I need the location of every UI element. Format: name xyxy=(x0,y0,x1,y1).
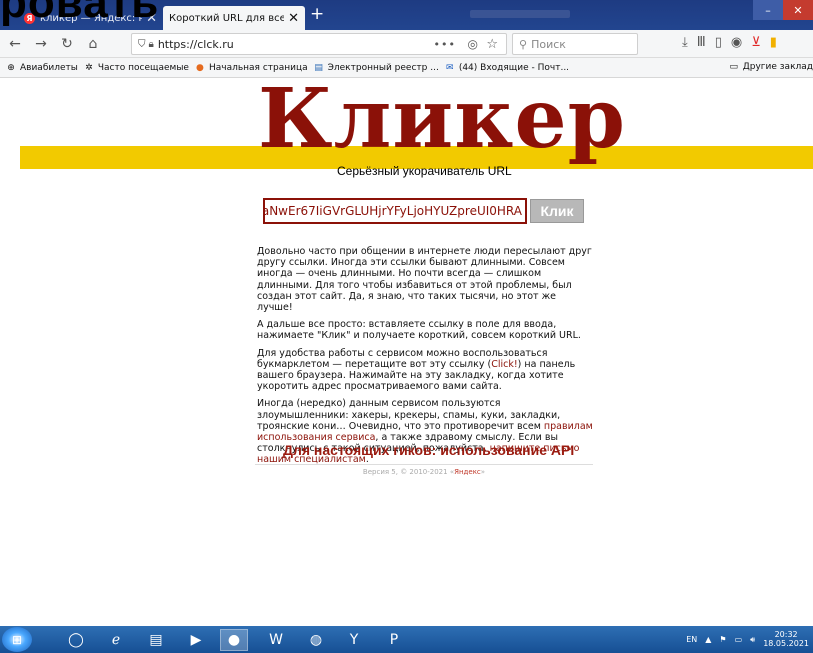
page-content: Кликер Серьёзный укорачиватель URL ol21a… xyxy=(0,78,813,625)
gear-icon: ✲ xyxy=(85,62,93,73)
clock[interactable]: 20:32 18.05.2021 xyxy=(763,630,809,649)
back-icon[interactable]: ← xyxy=(4,33,26,55)
tab-title: Короткий URL для всех! xyxy=(169,12,285,24)
search-input[interactable]: ⚲ Поиск xyxy=(512,33,638,55)
forward-icon[interactable]: → xyxy=(30,33,52,55)
system-tray: EN ▲ ⚑ ▭ 🔊︎ 20:32 18.05.2021 xyxy=(686,626,809,653)
overlay-text: ровать xyxy=(0,0,160,27)
sidebar-icon[interactable]: ▯ xyxy=(715,35,722,50)
firefox-icon[interactable]: ● xyxy=(220,629,248,651)
paragraph: Для удобства работы с сервисом можно вос… xyxy=(257,347,576,393)
globe-icon: ⊕ xyxy=(7,62,15,73)
language-indicator[interactable]: EN xyxy=(686,635,697,644)
shorten-button[interactable]: Клик xyxy=(530,199,584,223)
api-heading[interactable]: Для настоящих гиков: использование API xyxy=(283,442,574,458)
paragraph: А дальше все просто: вставляете ссылку в… xyxy=(257,319,581,342)
volume-icon[interactable]: 🔊︎ xyxy=(750,635,755,645)
yandex-browser-icon[interactable]: Y xyxy=(340,629,368,651)
bookmark-item[interactable]: ⊕ Авиабилеты xyxy=(6,63,78,73)
lock-icon[interactable]: 🔒︎ xyxy=(149,39,154,50)
cart-icon[interactable]: ⊻ xyxy=(751,35,761,50)
site-logo: Кликер xyxy=(258,71,626,167)
description: Довольно часто при общении в интернете л… xyxy=(257,246,593,472)
folder-icon: ▭ xyxy=(729,62,738,72)
flag-icon[interactable]: ⚑ xyxy=(719,635,726,644)
paragraph: Довольно часто при общении в интернете л… xyxy=(257,246,592,314)
toolbar-icons: ⤓ Ⅲ ▯ ◉ ⊻ ▮ xyxy=(682,35,777,50)
url-text[interactable]: https://clck.ru xyxy=(158,38,234,51)
page-actions-icon[interactable]: ••• xyxy=(434,38,456,51)
screen: ровать Я кликер — Яндекс: нашлось 2 ✕ Ко… xyxy=(0,0,813,653)
search-icon: ⚲ xyxy=(519,37,528,51)
network-icon[interactable]: ▭ xyxy=(735,635,743,644)
home-icon[interactable]: ⌂ xyxy=(82,33,104,55)
other-bookmarks[interactable]: ▭ Другие заклад xyxy=(729,62,813,72)
account-icon[interactable]: ◉ xyxy=(731,35,742,50)
pocket-icon[interactable]: ◎ xyxy=(468,37,478,51)
firefox-icon: ● xyxy=(196,62,204,73)
address-bar[interactable]: ⛉ 🔒︎ https://clck.ru ••• ◎ ☆ xyxy=(131,33,507,55)
taskbar: ⊞ ◯ ℯ ▤ ▶ ● W ◍ Y P EN ▲ ⚑ ▭ 🔊︎ 20:32 18.… xyxy=(0,626,813,653)
close-window-button[interactable]: ✕ xyxy=(783,0,813,20)
media-player-icon[interactable]: ▶ xyxy=(182,629,210,651)
url-input[interactable]: ol21aNwEr67IiGVrGLUHjrYFyLjoHYUZpreUI0HR… xyxy=(263,198,527,224)
reload-icon[interactable]: ↻ xyxy=(56,33,78,55)
shield-icon[interactable]: ⛉ xyxy=(138,39,146,50)
new-tab-button[interactable]: + xyxy=(310,4,324,24)
chrome-icon[interactable]: ◍ xyxy=(302,629,330,651)
blurred-area xyxy=(470,10,570,18)
ie-icon[interactable]: ℯ xyxy=(102,629,130,651)
navigation-bar: ← → ↻ ⌂ ⛉ 🔒︎ https://clck.ru ••• ◎ ☆ ⚲ П… xyxy=(0,30,813,58)
start-button[interactable]: ⊞ xyxy=(2,627,32,652)
alice-icon[interactable]: ◯ xyxy=(62,629,90,651)
powerpoint-icon[interactable]: P xyxy=(380,629,408,651)
library-icon[interactable]: Ⅲ xyxy=(697,35,706,50)
flag-icon[interactable]: ▮ xyxy=(770,35,777,50)
window-controls: – ✕ xyxy=(753,0,813,20)
minimize-button[interactable]: – xyxy=(753,0,783,20)
search-placeholder: Поиск xyxy=(531,37,566,51)
word-icon[interactable]: W xyxy=(262,629,290,651)
explorer-icon[interactable]: ▤ xyxy=(142,629,170,651)
tray-arrow-icon[interactable]: ▲ xyxy=(705,635,711,644)
tagline: Серьёзный укорачиватель URL xyxy=(337,164,512,178)
yandex-link[interactable]: Яндекс xyxy=(454,468,481,476)
tab-clck[interactable]: Короткий URL для всех! ✕ xyxy=(163,6,305,30)
bookmarklet-link[interactable]: Click! xyxy=(491,359,517,370)
footer: Версия 5, © 2010-2021 «Яндекс» xyxy=(255,464,593,476)
bookmark-star-icon[interactable]: ☆ xyxy=(486,37,498,52)
download-icon[interactable]: ⤓ xyxy=(682,35,688,50)
bookmark-item[interactable]: ✲ Часто посещаемые xyxy=(84,63,189,73)
close-tab-icon[interactable]: ✕ xyxy=(288,11,299,26)
